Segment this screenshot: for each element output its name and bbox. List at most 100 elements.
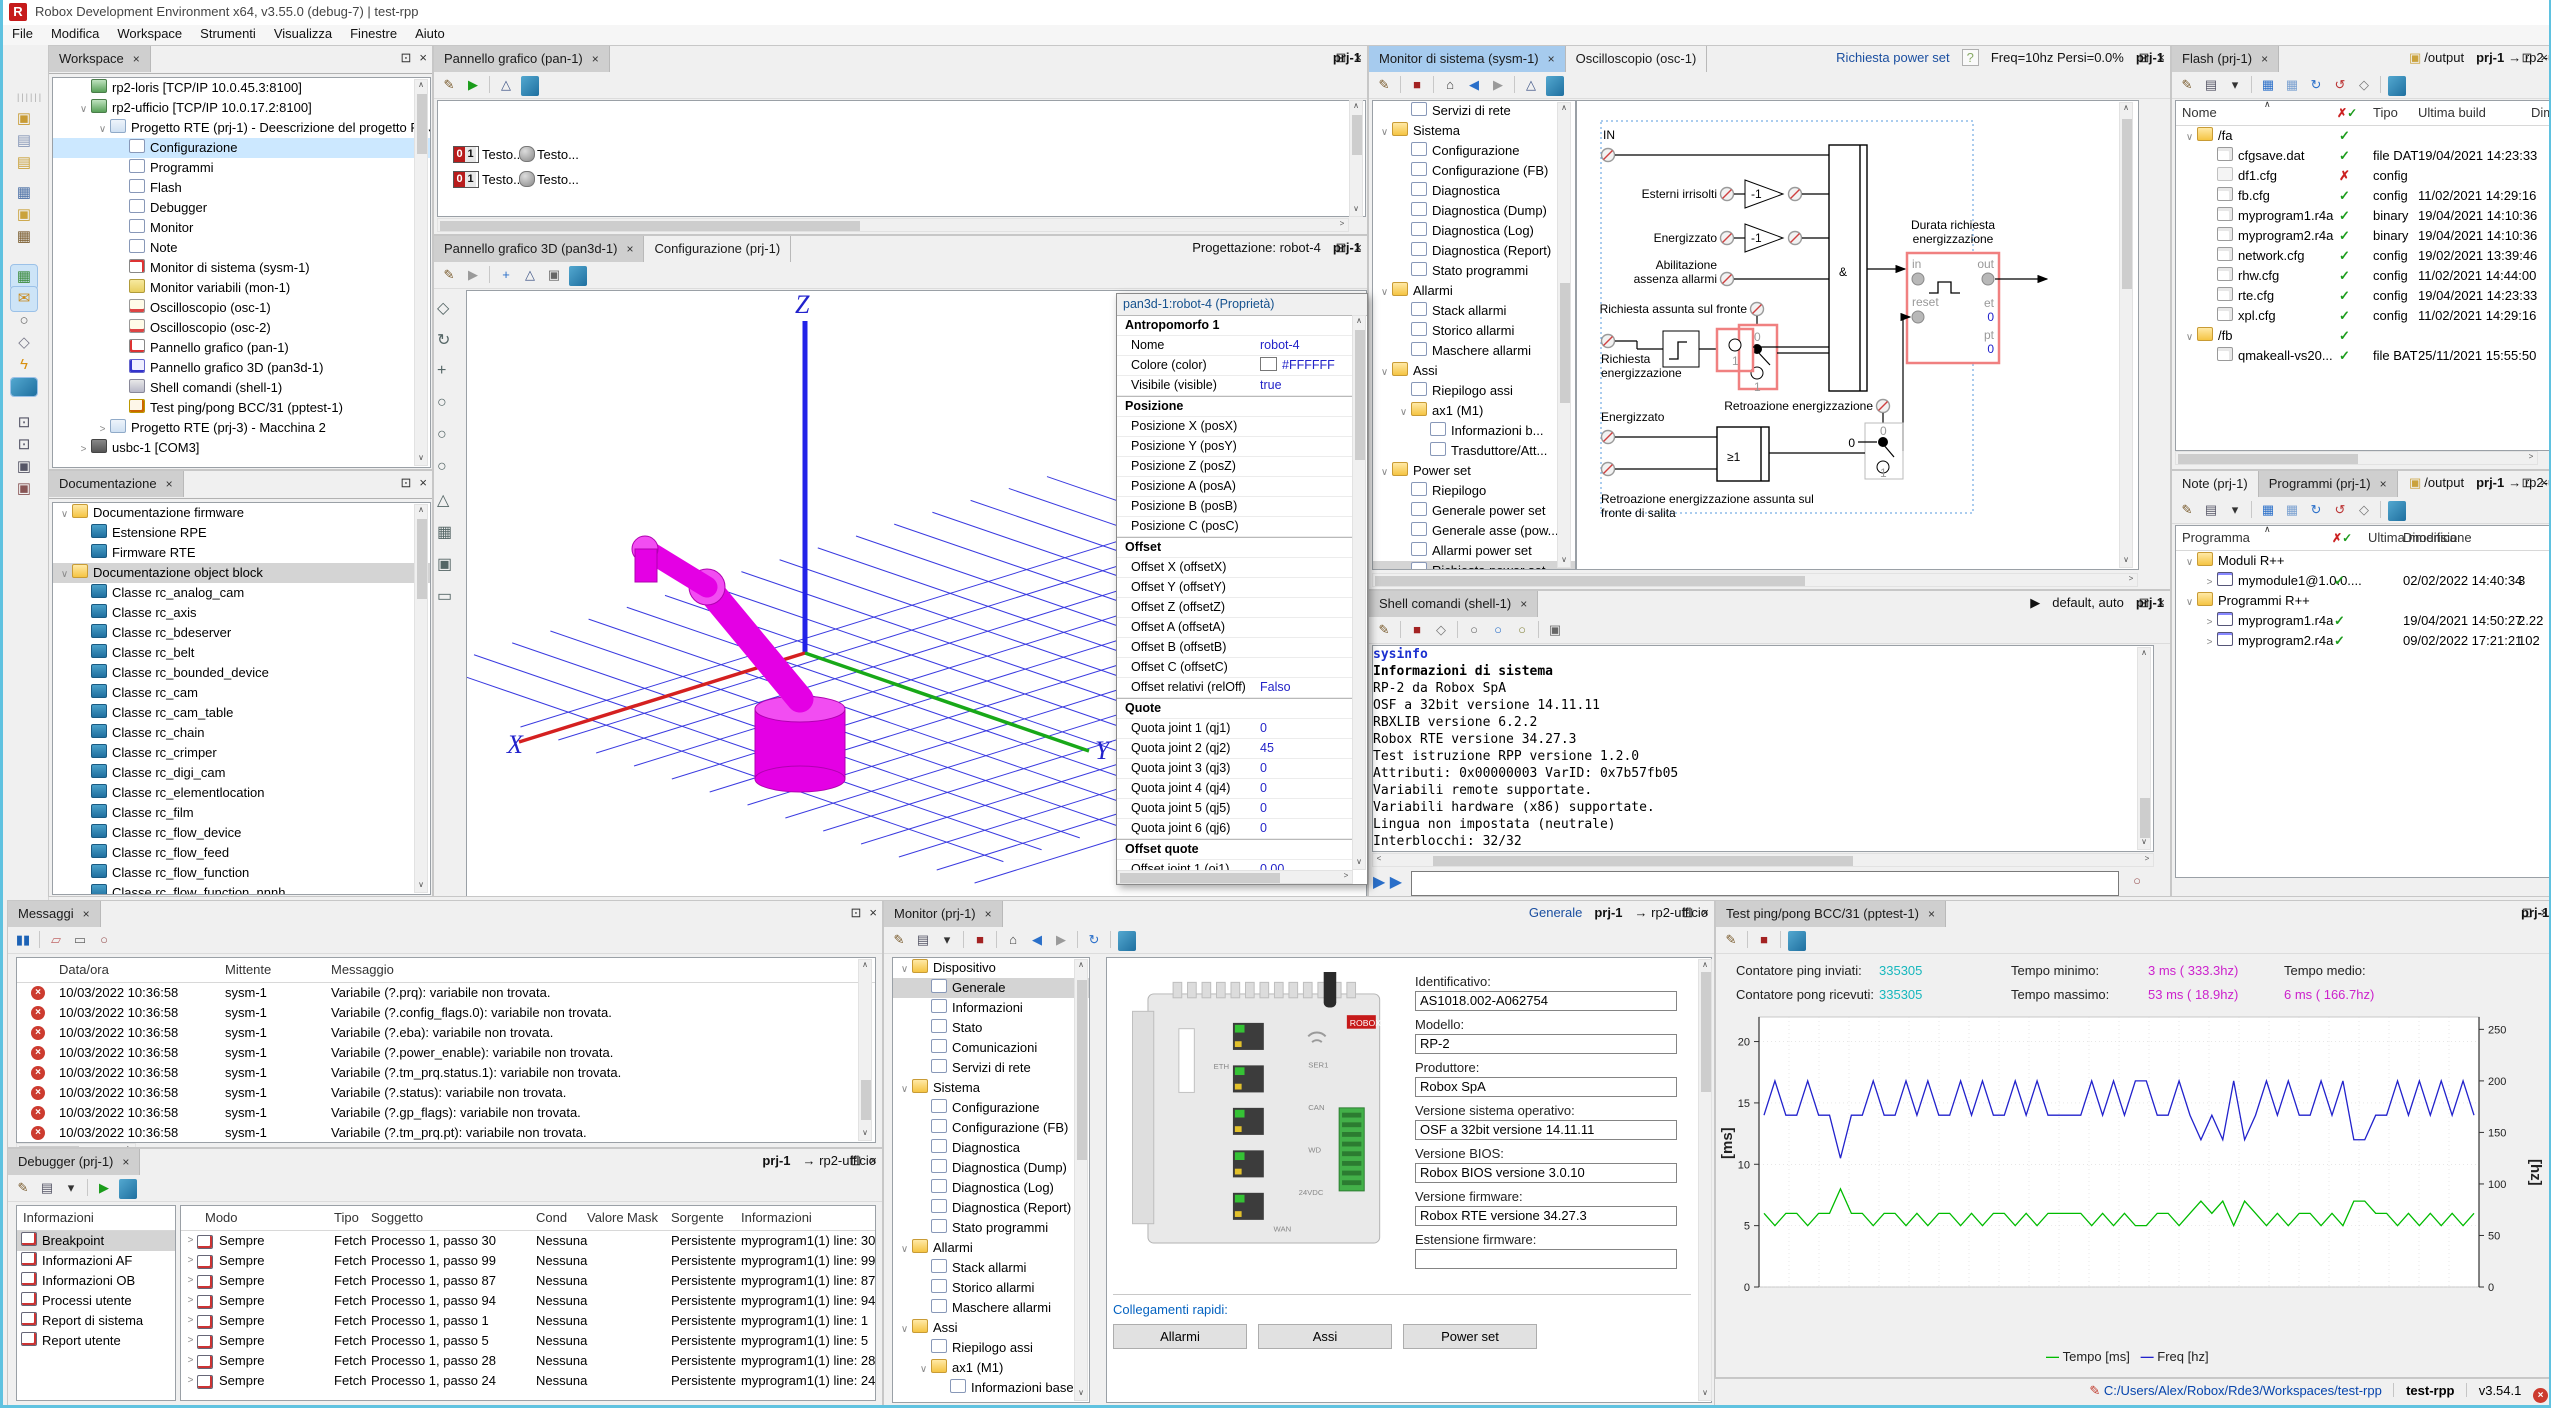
tab-close-icon[interactable]: × bbox=[1520, 597, 1527, 611]
tree-item[interactable]: Classe rc_flow_function_nnnh bbox=[53, 883, 430, 895]
workspace-cube-icon[interactable]: ▣ bbox=[11, 107, 37, 131]
table-row[interactable]: cfgsave.dat✓file DAT19/04/2021 14:23:33 bbox=[2176, 146, 2551, 166]
search-icon[interactable]: ○ bbox=[11, 309, 37, 333]
scrollbar-vertical[interactable]: ∧∨ bbox=[414, 504, 428, 893]
edit-icon[interactable]: ✎ bbox=[438, 75, 460, 95]
tree-item[interactable]: Classe rc_elementlocation bbox=[53, 783, 430, 803]
property-value[interactable]: 45 bbox=[1260, 739, 1274, 758]
scrollbar-thumb[interactable] bbox=[861, 1080, 871, 1120]
tab-pan1[interactable]: Pannello grafico (pan-1)× bbox=[434, 46, 610, 72]
hand-icon[interactable]: ◇ bbox=[1430, 620, 1452, 640]
zoom-out-icon[interactable]: ○ bbox=[437, 458, 447, 476]
property-row[interactable]: Quota joint 3 (qj3)0 bbox=[1117, 759, 1353, 779]
book-icon[interactable] bbox=[11, 378, 37, 396]
layers-icon[interactable]: ▤ bbox=[36, 1178, 58, 1198]
column-header[interactable]: Mittente bbox=[225, 962, 271, 977]
page-icon[interactable]: ▭ bbox=[69, 930, 91, 950]
tree-item[interactable]: Servizi di rete bbox=[893, 1058, 1089, 1078]
breakpoint-row[interactable]: >SempreFetchProcesso 1, passo 30NessunaP… bbox=[181, 1231, 875, 1251]
command-search-icon[interactable]: ○ bbox=[2126, 871, 2148, 891]
message-row[interactable]: ×10/03/2022 10:36:58sysm-1Variabile (?.p… bbox=[17, 983, 875, 1003]
property-row[interactable]: Posizione Y (posY) bbox=[1117, 437, 1353, 457]
tree-item[interactable]: Diagnostica (Log) bbox=[893, 1178, 1089, 1198]
message-row[interactable]: ×10/03/2022 10:36:58sysm-1Variabile (?.t… bbox=[17, 1123, 875, 1143]
column-header[interactable]: Cond bbox=[536, 1210, 567, 1225]
tree-item[interactable]: Monitor di sistema (sysm-1) bbox=[53, 258, 430, 278]
scroll-down-icon[interactable]: ∨ bbox=[1699, 1388, 1711, 1400]
menu-item-aiuto[interactable]: Aiuto bbox=[406, 25, 454, 42]
tree-item[interactable]: Firmware RTE bbox=[53, 543, 430, 563]
scrollbar-vertical[interactable]: ∧∨ bbox=[1349, 100, 1363, 217]
tree-item[interactable]: ∨Allarmi bbox=[893, 1238, 1089, 1258]
tree-item[interactable]: Configurazione (FB) bbox=[1373, 161, 1575, 181]
tree-item[interactable]: >usbc-1 [COM3] bbox=[53, 438, 430, 458]
tree-item[interactable]: Programmi bbox=[53, 158, 430, 178]
tree-item[interactable]: ∨ax1 (M1) bbox=[1373, 401, 1575, 421]
breakpoint-row[interactable]: >SempreFetchProcesso 1, passo 5NessunaPe… bbox=[181, 1331, 875, 1351]
help-icon[interactable]: ▭ bbox=[437, 586, 452, 606]
tab-close-icon[interactable]: × bbox=[2261, 52, 2268, 66]
scroll-up-icon[interactable]: ∧ bbox=[1075, 960, 1087, 972]
toolbar-grip[interactable]: |||||| bbox=[17, 92, 43, 102]
book-icon[interactable] bbox=[569, 266, 587, 286]
tree-item[interactable]: Riepilogo assi bbox=[1373, 381, 1575, 401]
eraser-icon[interactable]: ▱ bbox=[45, 930, 67, 950]
column-check-icon[interactable]: ✗✓ bbox=[2332, 530, 2352, 545]
expander-icon[interactable]: > bbox=[2202, 573, 2217, 593]
help-button[interactable]: ? bbox=[1962, 49, 1979, 66]
scrollbar-thumb[interactable] bbox=[1120, 873, 1280, 883]
device-field-value[interactable]: AS1018.002-A062754 bbox=[1415, 991, 1677, 1011]
table-row[interactable]: ∨Moduli R++ bbox=[2176, 551, 2551, 571]
scroll-right-icon[interactable]: > bbox=[1336, 219, 1348, 231]
property-row[interactable]: Visibile (visible)true bbox=[1117, 376, 1353, 396]
scroll-up-icon[interactable]: ∧ bbox=[415, 80, 427, 92]
scrollbar-thumb[interactable] bbox=[1375, 576, 1805, 586]
zoom-icon[interactable]: ○ bbox=[1463, 620, 1485, 640]
tree-item[interactable]: Pannello grafico 3D (pan3d-1) bbox=[53, 358, 430, 378]
pan-icon[interactable]: + bbox=[437, 362, 446, 380]
expander-icon[interactable]: > bbox=[183, 1311, 198, 1331]
fwd-icon[interactable]: ▶ bbox=[1050, 930, 1072, 950]
property-row[interactable]: Nomerobot-4 bbox=[1117, 336, 1353, 356]
tree-item[interactable]: >Progetto RTE (prj-3) - Macchina 2 bbox=[53, 418, 430, 438]
dd-icon[interactable]: ▾ bbox=[60, 1178, 82, 1198]
tree-item[interactable]: Pannello grafico (pan-1) bbox=[53, 338, 430, 358]
quick-links-label[interactable]: Collegamenti rapidi: bbox=[1113, 1302, 1228, 1317]
page-link[interactable]: Richiesta power set bbox=[1836, 50, 1949, 65]
zo-icon[interactable]: ○ bbox=[1511, 620, 1533, 640]
property-row[interactable]: Offset Z (offsetZ) bbox=[1117, 598, 1353, 618]
sync-icon[interactable]: ↻ bbox=[2305, 500, 2327, 520]
column-header[interactable]: Sorgente bbox=[671, 1210, 724, 1225]
tab-configurazione[interactable]: Configurazione (prj-1) bbox=[644, 236, 791, 262]
tab-note[interactable]: Note (prj-1) bbox=[2172, 471, 2259, 497]
tree-item[interactable]: Classe rc_chain bbox=[53, 723, 430, 743]
scrollbar-thumb[interactable] bbox=[417, 94, 427, 154]
tree-item[interactable]: Classe rc_belt bbox=[53, 643, 430, 663]
tab-sysm[interactable]: Monitor di sistema (sysm-1)× bbox=[1369, 46, 1566, 72]
expander-icon[interactable]: ∨ bbox=[2182, 128, 2197, 148]
bb-icon[interactable]: ▦ bbox=[2281, 500, 2303, 520]
expander-icon[interactable]: ∨ bbox=[1377, 283, 1392, 303]
table-row[interactable]: myprogram2.r4a✓binary19/04/2021 14:10:36 bbox=[2176, 226, 2551, 246]
property-row[interactable]: Quota joint 2 (qj2)45 bbox=[1117, 739, 1353, 759]
edit-icon[interactable]: ✎ bbox=[1373, 75, 1395, 95]
tree-item[interactable]: Stato programmi bbox=[1373, 261, 1575, 281]
scroll-up-icon[interactable]: ∧ bbox=[415, 505, 427, 517]
edit-icon[interactable]: ✎ bbox=[2176, 75, 2198, 95]
workspace-path[interactable]: C:/Users/Alex/Robox/Rde3/Workspaces/test… bbox=[2104, 1383, 2382, 1398]
tree-item[interactable]: Classe rc_flow_feed bbox=[53, 843, 430, 863]
menu-item-modifica[interactable]: Modifica bbox=[42, 25, 108, 42]
tree-item[interactable]: ∨rp2-ufficio [TCP/IP 10.0.17.2:8100] bbox=[53, 98, 430, 118]
scrollbar-thumb[interactable] bbox=[440, 221, 860, 231]
tree-item[interactable]: Test ping/pong BCC/31 (pptest-1) bbox=[53, 398, 430, 418]
ba-icon[interactable]: ▦ bbox=[2257, 75, 2279, 95]
tree-item[interactable]: Stato programmi bbox=[893, 1218, 1089, 1238]
table-row[interactable]: df1.cfg✗config bbox=[2176, 166, 2551, 186]
property-row[interactable]: Posizione C (posC) bbox=[1117, 517, 1353, 537]
tree-item[interactable]: Diagnostica (Log) bbox=[1373, 221, 1575, 241]
property-value[interactable]: true bbox=[1260, 376, 1282, 395]
design-icon[interactable]: △ bbox=[1520, 75, 1542, 95]
digital-indicator[interactable]: 01 bbox=[453, 146, 479, 163]
tree-item[interactable]: Richiesta power set bbox=[1373, 561, 1575, 570]
tree-item[interactable]: Comunicazioni bbox=[893, 1038, 1089, 1058]
